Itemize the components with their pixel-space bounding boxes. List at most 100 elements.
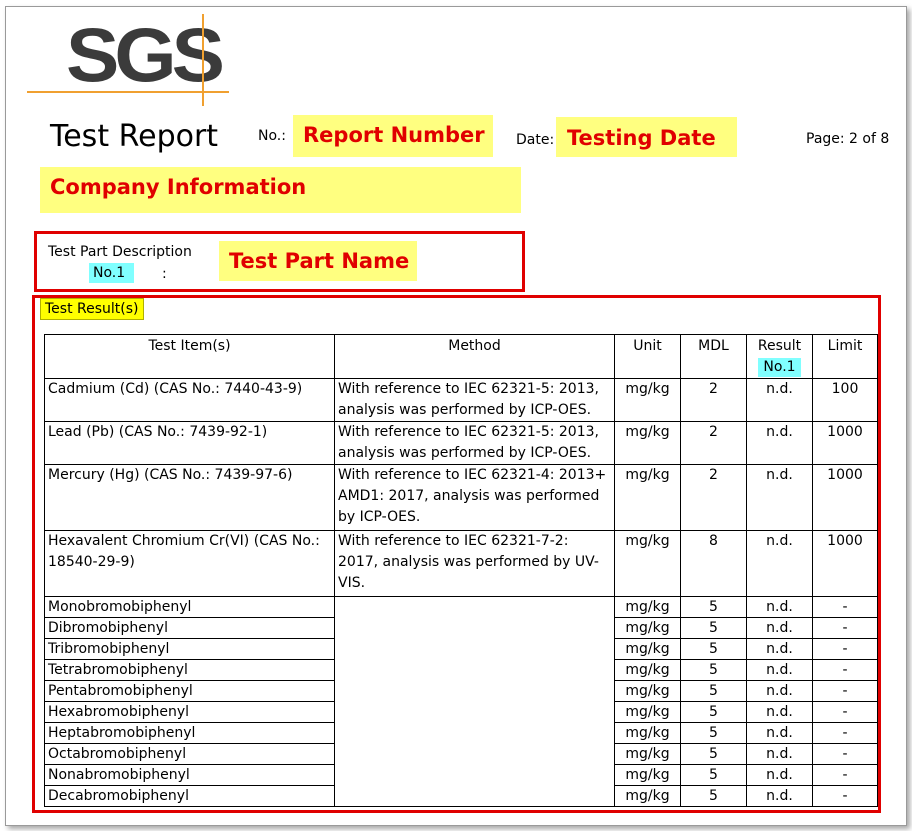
cell-limit: - [812, 617, 878, 639]
cell-unit: mg/kg [614, 530, 681, 597]
cell-result: n.d. [746, 743, 813, 765]
cell-limit: - [812, 680, 878, 702]
cell-item: Octabromobiphenyl [44, 743, 335, 765]
cell-result: n.d. [746, 680, 813, 702]
report-number-label: No.: [258, 128, 286, 144]
column-header-result: Result No.1 [746, 334, 813, 379]
cell-item: Dibromobiphenyl [44, 617, 335, 639]
cell-unit: mg/kg [614, 596, 681, 618]
cell-mdl: 5 [680, 617, 747, 639]
cell-limit: - [812, 785, 878, 807]
column-header-mdl: MDL [680, 334, 747, 379]
cell-limit: - [812, 701, 878, 723]
cell-limit: 1000 [812, 421, 878, 465]
cell-limit: 100 [812, 378, 878, 422]
cell-mdl: 5 [680, 785, 747, 807]
logo-horizontal-rule [27, 91, 229, 93]
cell-unit: mg/kg [614, 464, 681, 531]
cell-mdl: 5 [680, 596, 747, 618]
cell-item: Heptabromobiphenyl [44, 722, 335, 744]
cell-unit: mg/kg [614, 659, 681, 681]
cell-result: n.d. [746, 378, 813, 422]
cell-mdl: 5 [680, 680, 747, 702]
cell-mdl: 5 [680, 659, 747, 681]
report-number-field[interactable]: Report Number [293, 115, 493, 157]
cell-item: Tribromobiphenyl [44, 638, 335, 660]
test-part-tag: No.1 [89, 263, 134, 283]
table-row: Cadmium (Cd) (CAS No.: 7440-43-9) With r… [44, 378, 878, 422]
cell-item: Mercury (Hg) (CAS No.: 7439-97-6) [44, 464, 335, 531]
cell-unit: mg/kg [614, 638, 681, 660]
cell-method: With reference to IEC 62321-4: 2013+ AMD… [334, 464, 615, 531]
column-header-method: Method [334, 334, 615, 379]
table-row: Monobromobiphenyl mg/kg 5 n.d. - [44, 596, 878, 807]
test-results-label: Test Result(s) [40, 298, 144, 320]
table-row: Lead (Pb) (CAS No.: 7439-92-1) With refe… [44, 421, 878, 465]
cell-limit: - [812, 659, 878, 681]
cell-item: Nonabromobiphenyl [44, 764, 335, 786]
test-part-description-label: Test Part Description [48, 244, 192, 260]
test-part-colon: : [162, 266, 167, 282]
cell-item: Cadmium (Cd) (CAS No.: 7440-43-9) [44, 378, 335, 422]
cell-result: n.d. [746, 785, 813, 807]
cell-result: n.d. [746, 638, 813, 660]
results-table: Test Item(s) Method Unit MDL Result No.1… [44, 334, 878, 807]
cell-mdl: 8 [680, 530, 747, 597]
logo-vertical-rule [202, 14, 204, 106]
cell-item: Lead (Pb) (CAS No.: 7439-92-1) [44, 421, 335, 465]
cell-item: Decabromobiphenyl [44, 785, 335, 807]
cell-mdl: 5 [680, 743, 747, 765]
cell-result: n.d. [746, 530, 813, 597]
cell-method: With reference to IEC 62321-5: 2013, ana… [334, 421, 615, 465]
cell-item: Hexavalent Chromium Cr(VI) (CAS No.: 185… [44, 530, 335, 597]
table-header-row: Test Item(s) Method Unit MDL Result No.1… [44, 334, 878, 379]
cell-method: With reference to IEC 62321-5: 2013, ana… [334, 378, 615, 422]
cell-result: n.d. [746, 464, 813, 531]
table-row: Hexavalent Chromium Cr(VI) (CAS No.: 185… [44, 530, 878, 597]
cell-mdl: 5 [680, 764, 747, 786]
sgs-logo: SGS [66, 13, 225, 98]
date-label: Date: [516, 132, 555, 148]
cell-result: n.d. [746, 722, 813, 744]
cell-limit: - [812, 596, 878, 618]
company-information-field[interactable]: Company Information [40, 167, 521, 213]
report-title: Test Report [50, 119, 219, 154]
cell-limit: - [812, 743, 878, 765]
cell-mdl: 5 [680, 638, 747, 660]
cell-method: With reference to IEC 62321-7-2: 2017, a… [334, 530, 615, 597]
test-part-name-field[interactable]: Test Part Name [219, 241, 417, 281]
cell-limit: 1000 [812, 530, 878, 597]
cell-item: Hexabromobiphenyl [44, 701, 335, 723]
cell-unit: mg/kg [614, 680, 681, 702]
result-header-tag: No.1 [758, 358, 801, 377]
cell-item: Pentabromobiphenyl [44, 680, 335, 702]
cell-method-blank [334, 596, 615, 807]
cell-item: Tetrabromobiphenyl [44, 659, 335, 681]
cell-item: Monobromobiphenyl [44, 596, 335, 618]
cell-unit: mg/kg [614, 617, 681, 639]
result-header-label: Result [757, 338, 802, 354]
cell-unit: mg/kg [614, 743, 681, 765]
cell-limit: - [812, 638, 878, 660]
table-row: Mercury (Hg) (CAS No.: 7439-97-6) With r… [44, 464, 878, 531]
cell-result: n.d. [746, 421, 813, 465]
testing-date-field[interactable]: Testing Date [556, 117, 737, 157]
cell-unit: mg/kg [614, 701, 681, 723]
cell-limit: 1000 [812, 464, 878, 531]
cell-unit: mg/kg [614, 722, 681, 744]
page-number: Page: 2 of 8 [806, 131, 890, 147]
cell-limit: - [812, 764, 878, 786]
cell-mdl: 5 [680, 722, 747, 744]
cell-result: n.d. [746, 659, 813, 681]
cell-unit: mg/kg [614, 378, 681, 422]
cell-mdl: 2 [680, 421, 747, 465]
cell-mdl: 2 [680, 464, 747, 531]
column-header-item: Test Item(s) [44, 334, 335, 379]
cell-unit: mg/kg [614, 764, 681, 786]
column-header-unit: Unit [614, 334, 681, 379]
cell-result: n.d. [746, 701, 813, 723]
cell-unit: mg/kg [614, 421, 681, 465]
cell-result: n.d. [746, 617, 813, 639]
column-header-limit: Limit [812, 334, 878, 379]
cell-mdl: 5 [680, 701, 747, 723]
